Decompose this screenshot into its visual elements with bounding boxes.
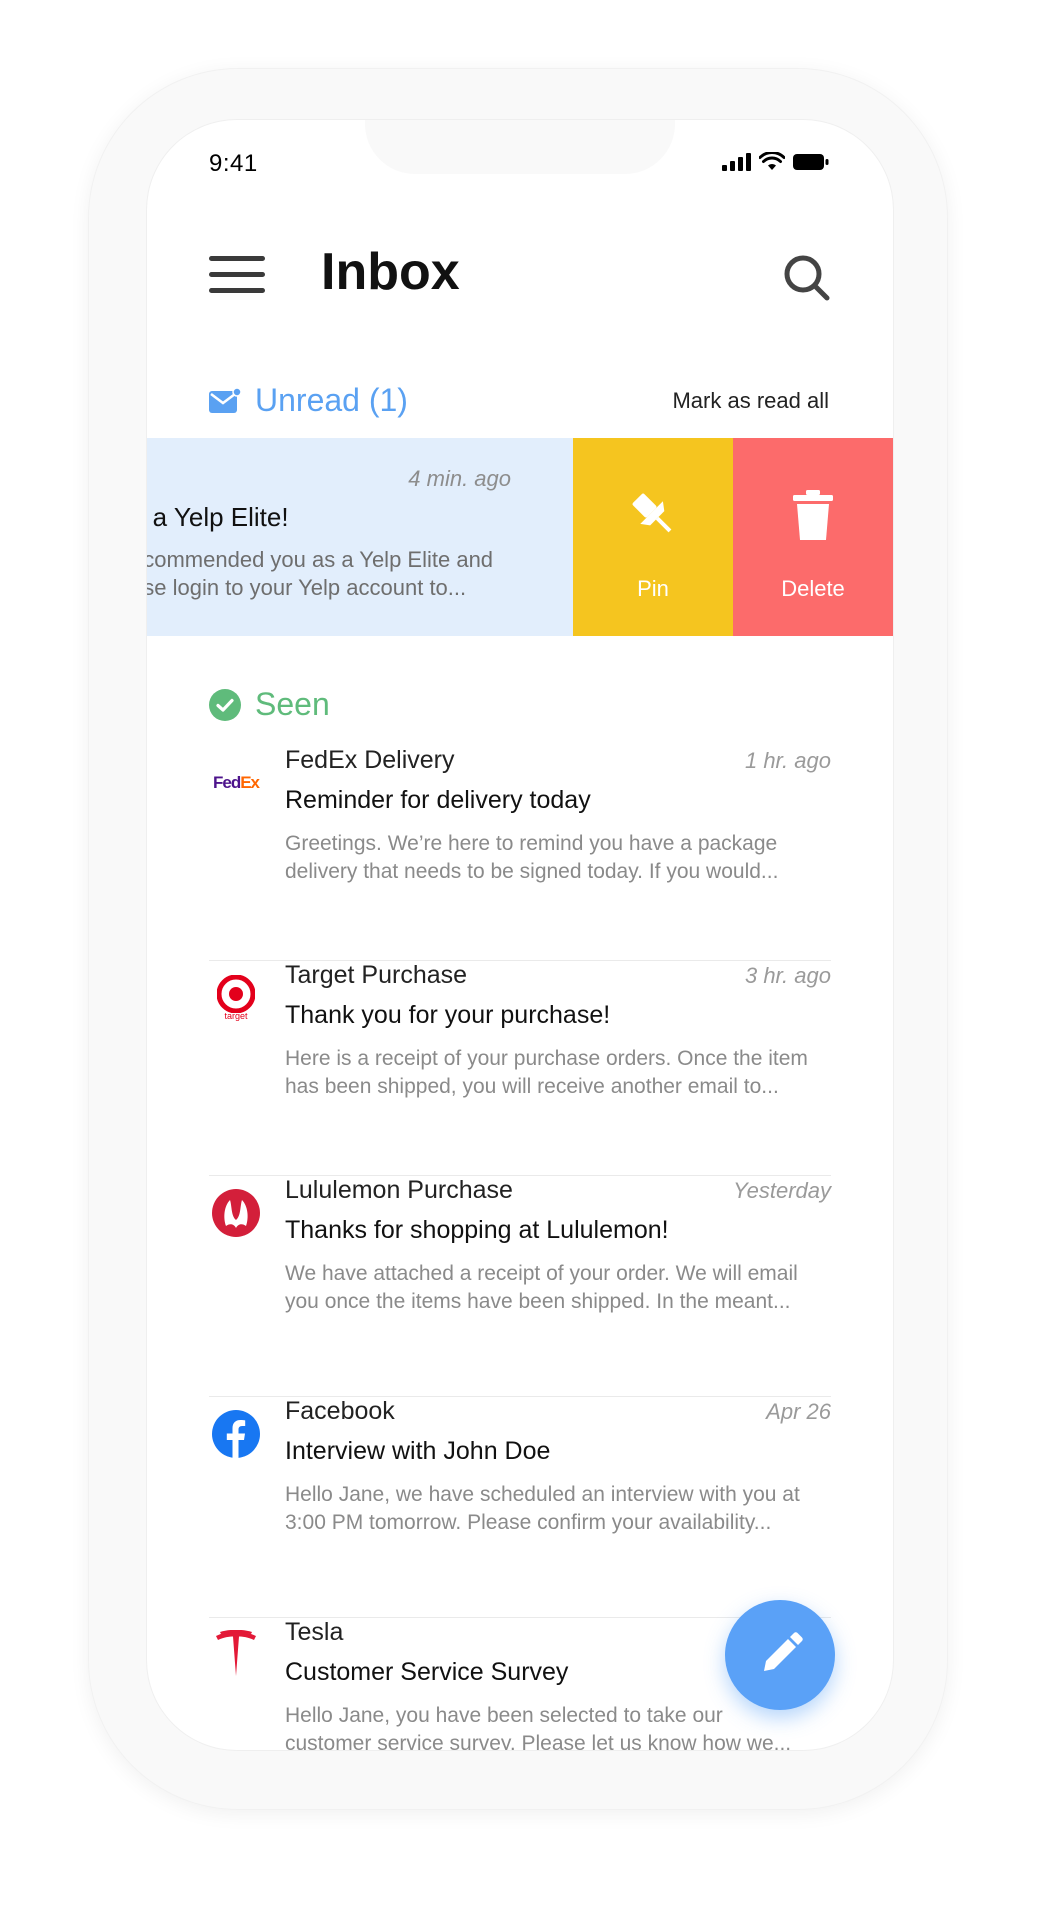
mail-preview: Hello Jane, you have been selected to ta… [285,1704,792,1750]
mail-sender: Facebook [285,1397,395,1425]
fedex-logo-fed: Fed [212,773,241,792]
mail-subject: Customer Service Survey [285,1658,569,1686]
facebook-logo-icon [209,1407,263,1461]
mail-unread-icon [209,387,241,413]
mail-time: Apr 26 [766,1399,831,1424]
lululemon-logo-icon [209,1186,263,1240]
mail-preview: Here is a receipt of your purchase order… [285,1047,808,1098]
mail-subject: e a Yelp Elite! [147,502,289,532]
mail-subject: Interview with John Doe [285,1437,551,1465]
pencil-icon [764,1632,803,1671]
mail-item[interactable]: Fed Ex FedEx Delivery 1 hr. ago Reminder … [209,746,831,961]
target-logo-word: target [224,1011,248,1021]
mail-sender: FedEx Delivery [285,746,455,774]
check-circle-icon [209,688,241,721]
seen-label: Seen [255,686,330,722]
delete-label: Delete [781,576,845,601]
mail-sender: Lululemon Purchase [285,1176,513,1204]
mail-time: Yesterday [733,1178,831,1203]
signal-icon [722,153,751,171]
delete-button[interactable]: Delete [733,438,893,636]
unread-label: Unread (1) [255,382,408,418]
mail-item[interactable]: Facebook Apr 26 Interview with John Doe … [209,1397,831,1618]
unread-mail-row[interactable]: 4 min. ago e a Yelp Elite! ecommended yo… [147,438,893,636]
mail-preview: Hello Jane, we have scheduled an intervi… [285,1483,800,1534]
phone-screen: 9:41 Inbox Unread (1) Mark as read all 4… [147,120,893,1750]
mail-item[interactable]: Lululemon Purchase Yesterday Thanks for … [209,1176,831,1397]
mail-item[interactable]: target Target Purchase 3 hr. ago Thank y… [209,961,831,1176]
wifi-icon [759,152,785,170]
status-time: 9:41 [209,150,258,177]
mark-all-read-link[interactable]: Mark as read all [672,388,829,414]
compose-button[interactable] [725,1600,835,1710]
fedex-logo-icon: Fed Ex [209,756,263,810]
pin-button[interactable]: Pin [573,438,733,636]
mail-time: 1 hr. ago [744,748,831,773]
mail-subject: Thank you for your purchase! [285,1001,611,1029]
mail-sender: Tesla [285,1618,344,1646]
hamburger-menu-icon[interactable] [209,256,265,298]
mail-subject: Reminder for delivery today [285,786,591,814]
battery-icon [793,154,829,170]
search-icon[interactable] [781,252,833,304]
status-icons [722,152,829,172]
unread-section-header: Unread (1) [209,382,408,419]
mail-preview: We have attached a receipt of your order… [285,1262,798,1313]
mail-sender: Target Purchase [285,961,468,989]
trash-icon [793,490,833,540]
mail-time: 3 hr. ago [744,963,831,988]
mail-time: 4 min. ago [408,466,511,491]
fedex-logo-ex: Ex [240,773,260,792]
unread-mail-card[interactable]: 4 min. ago e a Yelp Elite! ecommended yo… [147,438,573,636]
tesla-logo-icon [209,1628,263,1682]
seen-section-header: Seen [209,686,330,723]
page-title: Inbox [321,243,460,301]
pin-label: Pin [637,576,669,601]
mail-subject: Thanks for shopping at Lululemon! [285,1216,669,1244]
pin-icon [632,493,672,533]
mail-preview: Greetings. We’re here to remind you have… [285,832,779,883]
mail-preview: ecommended you as a Yelp Elite and ase l… [147,547,494,600]
target-logo-icon: target [209,971,263,1025]
